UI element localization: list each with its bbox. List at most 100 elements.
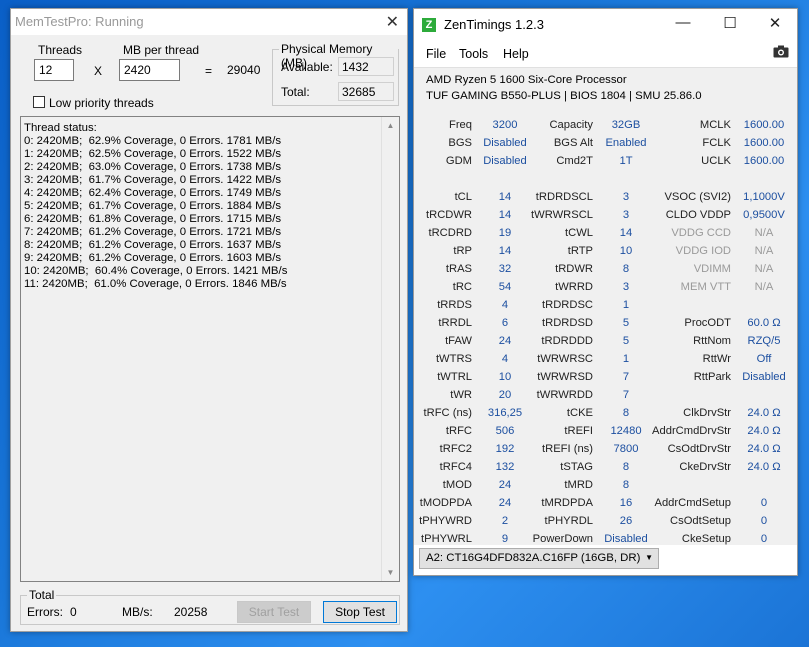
threads-input[interactable] xyxy=(34,59,74,81)
timing-value: Disabled xyxy=(604,533,648,545)
timing-value: Disabled xyxy=(483,137,527,149)
cpu-name: AMD Ryzen 5 1600 Six-Core Processor xyxy=(426,74,627,86)
timing-value: 4 xyxy=(501,299,509,311)
timing-value: 0 xyxy=(760,515,768,527)
timing-label: tCL xyxy=(454,191,472,203)
timing-value: 3200 xyxy=(492,119,518,131)
memtest-window: MemTestPro: Running ✕ Threads X MB per t… xyxy=(10,8,408,632)
timing-label: UCLK xyxy=(701,155,731,167)
zentimings-window: Z ZenTimings 1.2.3 — ☐ ✕ File Tools Help… xyxy=(413,8,798,576)
timing-label: tWRWRSD xyxy=(537,371,593,383)
timing-value: 192 xyxy=(495,443,515,455)
timing-value: 12480 xyxy=(610,425,642,437)
timing-label: tWRWRSC xyxy=(537,353,593,365)
timing-value: 7800 xyxy=(613,443,639,455)
timing-label: ProcODT xyxy=(684,317,731,329)
timing-label: tWRRD xyxy=(555,281,593,293)
timing-value: 2 xyxy=(501,515,509,527)
timing-value: 316,25 xyxy=(487,407,523,419)
chevron-down-icon: ▼ xyxy=(645,553,653,562)
close-icon[interactable]: ✕ xyxy=(386,12,399,32)
timing-label: tSTAG xyxy=(560,461,593,473)
timing-label: CsOdtSetup xyxy=(670,515,731,527)
start-test-button[interactable]: Start Test xyxy=(237,601,311,623)
mb-per-thread-label: MB per thread xyxy=(123,43,200,57)
timing-label: BGS xyxy=(448,137,472,149)
timing-label: tREFI (ns) xyxy=(542,443,593,455)
timing-label: tRRDS xyxy=(437,299,472,311)
timing-value: 24.0 Ω xyxy=(747,461,781,473)
total-memory-label: Total: xyxy=(281,85,310,99)
stop-test-button[interactable]: Stop Test xyxy=(323,601,397,623)
low-priority-checkbox[interactable] xyxy=(33,96,45,108)
status-scrollbar[interactable]: ▲ ▼ xyxy=(381,117,399,581)
maximize-icon[interactable]: ☐ xyxy=(707,14,753,32)
timing-label: CkeSetup xyxy=(681,533,731,545)
thread-status-box[interactable]: Thread status: 0: 2420MB; 62.9% Coverage,… xyxy=(20,116,400,582)
timing-label: tRTP xyxy=(567,245,593,257)
memtest-title: MemTestPro: Running xyxy=(15,14,144,29)
timing-value: 8 xyxy=(622,263,630,275)
timing-label: RttWr xyxy=(702,353,731,365)
low-priority-label[interactable]: Low priority threads xyxy=(49,96,154,110)
timing-value: 506 xyxy=(495,425,515,437)
thread-status-line: 9: 2420MB; 61.2% Coverage, 0 Errors. 160… xyxy=(24,252,282,264)
close-icon[interactable]: ✕ xyxy=(752,14,798,32)
timing-value: 1 xyxy=(622,299,630,311)
thread-status-line: 0: 2420MB; 62.9% Coverage, 0 Errors. 178… xyxy=(24,135,282,147)
total-memory-value: 32685 xyxy=(338,82,394,101)
timing-label: tCKE xyxy=(566,407,593,419)
scroll-down-icon[interactable]: ▼ xyxy=(382,564,399,581)
mbs-label: MB/s: xyxy=(122,605,153,619)
timing-value: 1,1000V xyxy=(743,191,785,203)
menu-help[interactable]: Help xyxy=(503,47,529,61)
thread-status-line: 6: 2420MB; 61.8% Coverage, 0 Errors. 171… xyxy=(24,213,282,225)
timing-label: MCLK xyxy=(699,119,731,131)
timing-label: tPHYRDL xyxy=(544,515,594,527)
timing-label: ClkDrvStr xyxy=(683,407,731,419)
mb-per-thread-input[interactable] xyxy=(119,59,180,81)
timing-label: tRDRDSCL xyxy=(535,191,593,203)
thread-status-line: 7: 2420MB; 61.2% Coverage, 0 Errors. 172… xyxy=(24,226,282,238)
timing-label: tRFC (ns) xyxy=(423,407,472,419)
timing-label: tMOD xyxy=(442,479,472,491)
errors-value: 0 xyxy=(70,605,77,619)
timing-label: AddrCmdSetup xyxy=(654,497,732,509)
timing-value: 3 xyxy=(622,191,630,203)
menu-tools[interactable]: Tools xyxy=(459,47,488,61)
minimize-icon[interactable]: — xyxy=(660,14,706,31)
timing-value: 5 xyxy=(622,335,630,347)
timing-label: tWR xyxy=(450,389,472,401)
memtest-titlebar[interactable]: MemTestPro: Running ✕ xyxy=(11,9,407,35)
thread-status-line: 11: 2420MB; 61.0% Coverage, 0 Errors. 18… xyxy=(24,278,287,290)
camera-icon[interactable] xyxy=(773,45,789,58)
timing-value: 1T xyxy=(619,155,633,167)
timing-label: GDM xyxy=(445,155,472,167)
timing-label: tRFC4 xyxy=(439,461,472,473)
scroll-up-icon[interactable]: ▲ xyxy=(382,117,399,134)
zentimings-titlebar[interactable]: Z ZenTimings 1.2.3 — ☐ ✕ xyxy=(414,9,797,41)
memory-module-select[interactable]: A2: CT16G4DFD832A.C16FP (16GB, DR) ▼ xyxy=(419,548,659,569)
timing-label: Capacity xyxy=(549,119,593,131)
timing-label: tRP xyxy=(453,245,472,257)
thread-status-line: 4: 2420MB; 62.4% Coverage, 0 Errors. 174… xyxy=(24,187,282,199)
timing-label: tRCDWR xyxy=(426,209,472,221)
timing-label: tRFC2 xyxy=(439,443,472,455)
timing-value: 14 xyxy=(498,209,512,221)
timing-value: 24.0 Ω xyxy=(747,443,781,455)
thread-status-line: 8: 2420MB; 61.2% Coverage, 0 Errors. 163… xyxy=(24,239,282,251)
timing-label: tRDRDDD xyxy=(541,335,593,347)
timing-label: VDIMM xyxy=(693,263,731,275)
timing-value: 1600.00 xyxy=(743,137,785,149)
timing-value: 24 xyxy=(498,479,512,491)
timing-value: 10 xyxy=(619,245,633,257)
menu-file[interactable]: File xyxy=(426,47,446,61)
timing-value: N/A xyxy=(754,245,774,257)
timing-label: tPHYWRD xyxy=(419,515,472,527)
timing-value: N/A xyxy=(754,281,774,293)
timing-value: Disabled xyxy=(742,371,786,383)
timing-value: 3 xyxy=(622,209,630,221)
timing-label: tMRDPDA xyxy=(541,497,593,509)
timing-label: CsOdtDrvStr xyxy=(667,443,731,455)
timing-label: tWTRS xyxy=(435,353,472,365)
